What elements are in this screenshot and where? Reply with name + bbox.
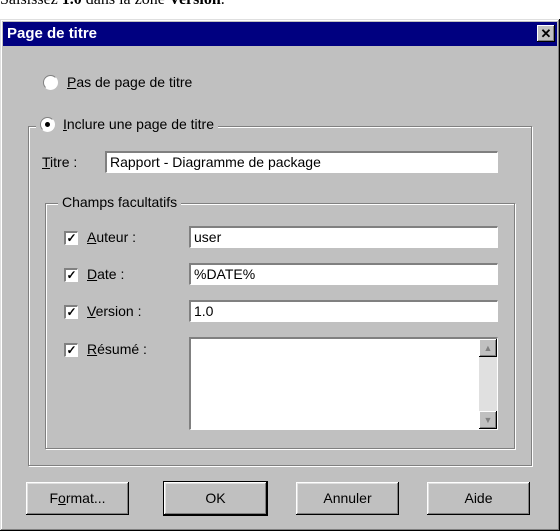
scroll-down-icon[interactable]: ▼ [479,411,497,429]
close-icon[interactable]: ✕ [537,25,555,42]
ok-button[interactable]: OK [163,481,268,516]
cancel-button[interactable]: Annuler [296,482,399,515]
title-input[interactable]: Rapport - Diagramme de package [105,151,498,173]
radio-no-title-page[interactable] [43,75,58,90]
radio-no-title-page-label[interactable]: Pas de page de titre [67,74,192,91]
summary-textarea[interactable]: ▲ ▼ [189,337,498,430]
include-title-page-legend: Inclure une page de titre [36,116,218,133]
summary-label: Résumé : [87,341,147,357]
title-page-dialog: Page de titre ✕ Pas de page de titre Inc… [0,19,560,531]
version-label: Version : [87,303,142,319]
author-checkbox[interactable]: ✓ [64,231,78,245]
dialog-titlebar: Page de titre ✕ [3,22,557,46]
scroll-up-icon[interactable]: ▲ [479,339,497,357]
radio-include-title-page-label[interactable]: Inclure une page de titre [63,116,214,132]
date-label: Date : [87,266,125,282]
author-input[interactable]: user [189,226,498,248]
author-label: Auteur : [87,229,137,245]
instruction-caption: Saisissez 1.0 dans la zone Version. [0,0,225,9]
title-field-label: Titre : [42,154,78,170]
format-button[interactable]: Format... [26,482,129,515]
date-checkbox[interactable]: ✓ [64,268,78,282]
date-input[interactable]: %DATE% [189,263,498,285]
radio-include-title-page[interactable] [40,117,55,132]
dialog-title: Page de titre [7,25,98,42]
help-button[interactable]: Aide [427,482,530,515]
version-checkbox[interactable]: ✓ [64,305,78,319]
summary-scrollbar[interactable]: ▲ ▼ [479,339,497,429]
summary-checkbox[interactable]: ✓ [64,343,78,357]
optional-fields-legend: Champs facultatifs [58,194,182,211]
version-input[interactable]: 1.0 [189,300,498,322]
